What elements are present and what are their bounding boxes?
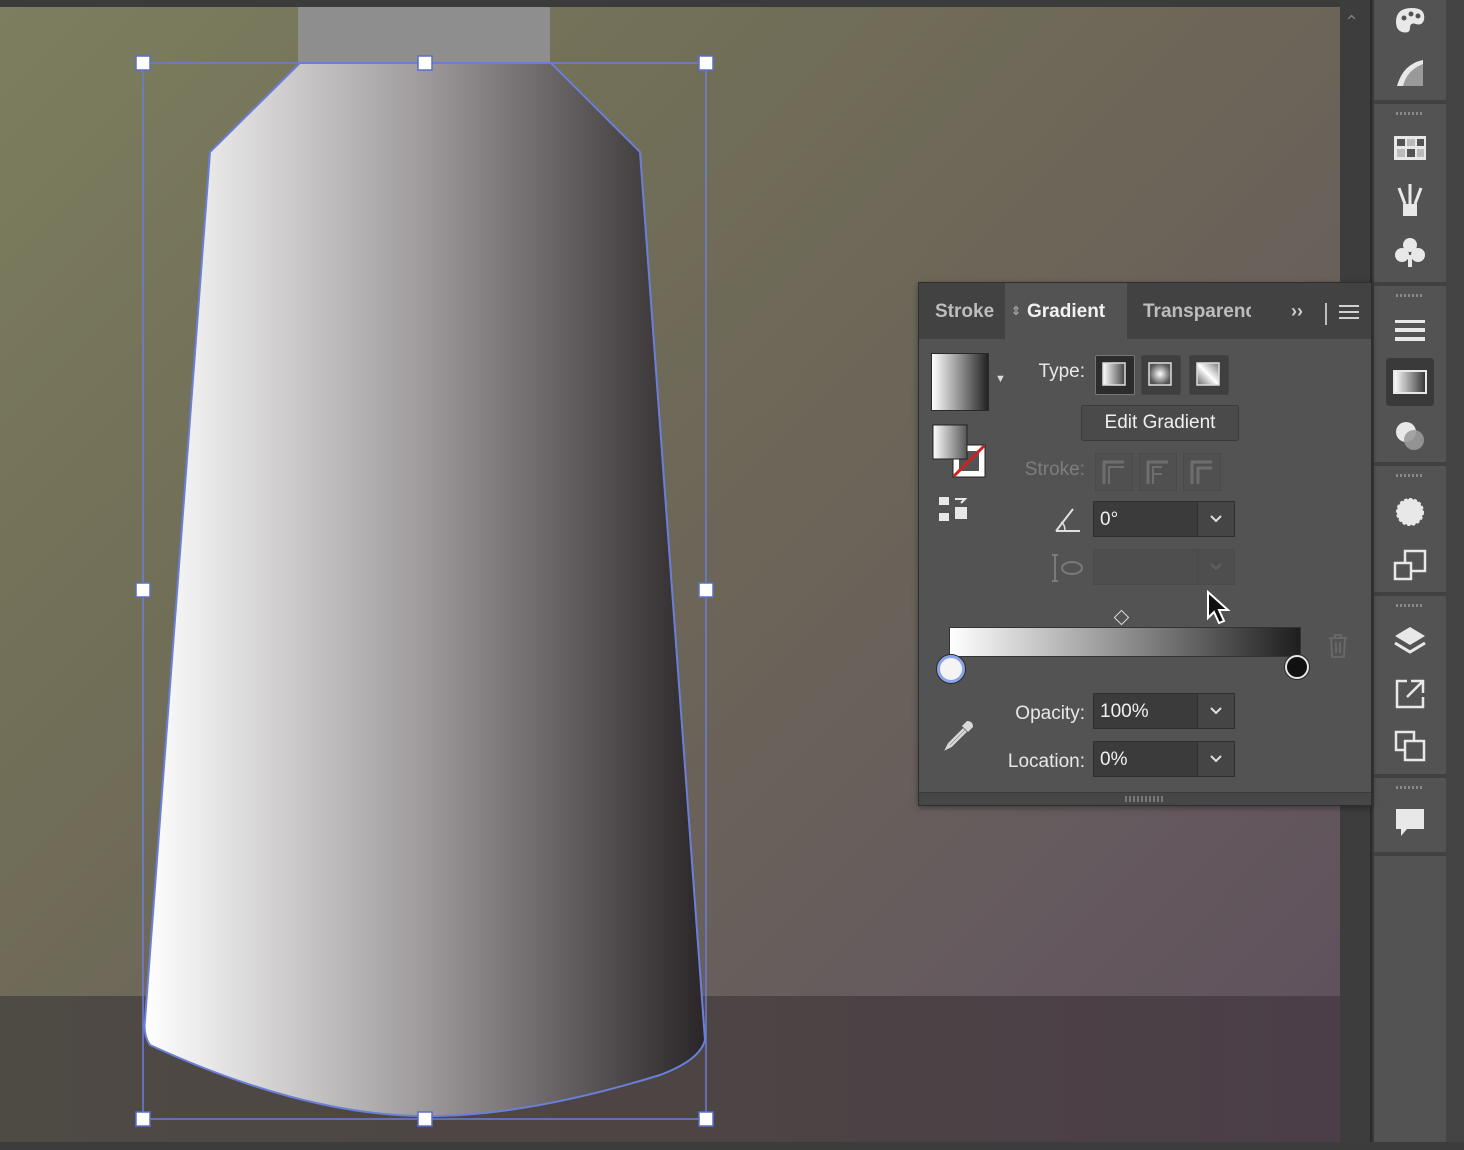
dock-group-grip[interactable] bbox=[1396, 294, 1424, 297]
right-panel-dock bbox=[1372, 0, 1448, 1142]
tab-stroke[interactable]: Stroke bbox=[935, 283, 994, 339]
gradient-stop-white[interactable] bbox=[937, 655, 965, 683]
panel-resize-grip[interactable] bbox=[1125, 796, 1165, 802]
dock-group-grip[interactable] bbox=[1396, 474, 1424, 477]
tab-gradient[interactable]: ⇕ Gradient bbox=[1005, 283, 1127, 339]
delete-stop-icon[interactable] bbox=[1327, 633, 1349, 659]
dock-outer-edge bbox=[1446, 0, 1464, 1142]
dock-divider bbox=[1374, 852, 1446, 856]
stroke-along-button[interactable] bbox=[1139, 453, 1177, 491]
freeform-gradient-icon bbox=[1196, 362, 1220, 386]
status-bar-strip bbox=[0, 1142, 1464, 1150]
appearance-icon[interactable] bbox=[1390, 492, 1430, 532]
comments-icon[interactable] bbox=[1390, 802, 1430, 842]
edit-gradient-button[interactable]: Edit Gradient bbox=[1081, 405, 1239, 441]
handle-middle-left[interactable] bbox=[135, 582, 151, 598]
handle-bottom-right[interactable] bbox=[698, 1111, 714, 1127]
scroll-up-icon[interactable]: ⌃ bbox=[1344, 12, 1359, 33]
tab-gradient-label: Gradient bbox=[1027, 301, 1106, 322]
location-field[interactable]: 0% bbox=[1093, 741, 1235, 777]
location-value: 0% bbox=[1100, 749, 1128, 770]
dock-group-grip[interactable] bbox=[1396, 786, 1424, 789]
panel-footer bbox=[919, 792, 1371, 805]
aspect-dropdown-icon bbox=[1197, 550, 1234, 584]
tab-updown-icon: ⇕ bbox=[1011, 304, 1022, 318]
dock-divider bbox=[1374, 462, 1446, 466]
radial-gradient-button[interactable] bbox=[1141, 355, 1181, 395]
more-tabs-icon[interactable]: ›› bbox=[1291, 301, 1303, 322]
stroke-label: Stroke: bbox=[1024, 459, 1085, 480]
gradient-icon[interactable] bbox=[1386, 358, 1434, 406]
opacity-dropdown-icon[interactable] bbox=[1197, 694, 1234, 728]
transparency-icon[interactable] bbox=[1390, 416, 1430, 456]
radial-gradient-icon bbox=[1148, 362, 1172, 386]
panel-menu-icon[interactable] bbox=[1339, 305, 1359, 323]
stroke-within-button[interactable] bbox=[1095, 453, 1133, 491]
aspect-ratio-field bbox=[1093, 549, 1235, 585]
gradient-stop-black[interactable] bbox=[1285, 655, 1309, 679]
reverse-gradient-icon[interactable] bbox=[937, 495, 969, 525]
angle-field[interactable]: 0° bbox=[1093, 501, 1235, 537]
graphic-styles-icon[interactable] bbox=[1390, 546, 1430, 586]
export-icon[interactable] bbox=[1390, 674, 1430, 714]
handle-top-center[interactable] bbox=[417, 55, 433, 71]
handle-top-left[interactable] bbox=[135, 55, 151, 71]
brushes-icon[interactable] bbox=[1390, 180, 1430, 220]
mouse-pointer-icon bbox=[1207, 590, 1231, 625]
opacity-field[interactable]: 100% bbox=[1093, 693, 1235, 729]
gradient-swatch[interactable] bbox=[931, 353, 989, 411]
gradient-swatch-icon[interactable] bbox=[1390, 52, 1430, 92]
stroke-across-button[interactable] bbox=[1183, 453, 1221, 491]
type-label: Type: bbox=[1038, 361, 1085, 382]
gradient-panel: Stroke ⇕ Gradient Transparency ›› ▼ Type… bbox=[918, 282, 1372, 806]
gradient-midpoint-marker[interactable] bbox=[1113, 609, 1130, 626]
linear-gradient-icon bbox=[1102, 362, 1126, 386]
angle-dropdown-icon[interactable] bbox=[1197, 502, 1234, 536]
location-label: Location: bbox=[1007, 751, 1085, 772]
opacity-label: Opacity: bbox=[1015, 703, 1085, 724]
handle-top-right[interactable] bbox=[698, 55, 714, 71]
stroke-across-icon bbox=[1190, 460, 1212, 484]
handle-middle-right[interactable] bbox=[698, 582, 714, 598]
swatches-icon[interactable] bbox=[1390, 128, 1430, 168]
layers-icon[interactable] bbox=[1390, 622, 1430, 662]
color-guide-icon[interactable] bbox=[1390, 0, 1430, 40]
dock-divider bbox=[1374, 592, 1446, 596]
eyedropper-icon[interactable] bbox=[941, 717, 977, 753]
location-dropdown-icon[interactable] bbox=[1197, 742, 1234, 776]
dock-divider bbox=[1374, 282, 1446, 286]
dock-divider bbox=[1374, 774, 1446, 778]
opacity-value: 100% bbox=[1100, 701, 1149, 722]
swatch-dropdown-icon[interactable]: ▼ bbox=[995, 373, 1006, 385]
stroke-along-icon bbox=[1146, 460, 1168, 484]
stroke-within-icon bbox=[1102, 460, 1124, 484]
freeform-gradient-button[interactable] bbox=[1189, 355, 1229, 395]
linear-gradient-button[interactable] bbox=[1095, 355, 1135, 395]
panel-tab-bar: Stroke ⇕ Gradient Transparency ›› bbox=[919, 283, 1371, 339]
handle-bottom-left[interactable] bbox=[135, 1111, 151, 1127]
stroke-icon[interactable] bbox=[1390, 310, 1430, 350]
aspect-ratio-icon bbox=[1052, 554, 1083, 582]
gradient-slider[interactable] bbox=[949, 627, 1301, 657]
artboards-icon[interactable] bbox=[1390, 726, 1430, 766]
symbols-icon[interactable] bbox=[1390, 232, 1430, 272]
angle-icon bbox=[1055, 508, 1080, 532]
tab-transparency[interactable]: Transparency bbox=[1143, 283, 1251, 339]
tab-divider bbox=[1325, 303, 1327, 325]
dock-group-grip[interactable] bbox=[1396, 112, 1424, 115]
dock-divider bbox=[1374, 100, 1446, 104]
fill-stroke-icon[interactable] bbox=[931, 423, 989, 481]
dock-group-grip[interactable] bbox=[1396, 604, 1424, 607]
vase-shape[interactable] bbox=[143, 62, 707, 1118]
angle-value: 0° bbox=[1100, 509, 1119, 530]
handle-bottom-center[interactable] bbox=[417, 1111, 433, 1127]
